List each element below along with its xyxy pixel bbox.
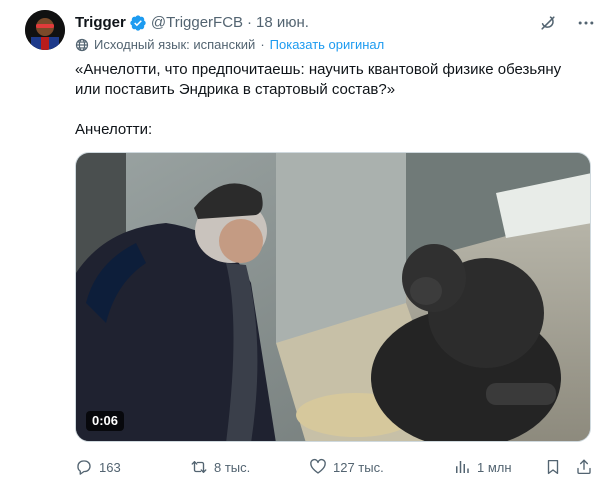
tweet-text: «Анчелотти, что предпочитаешь: научить к…: [75, 60, 575, 140]
tweet-actions: 163 8 тыс. 127 тыс. 1 млн: [75, 456, 593, 478]
avatar[interactable]: [25, 10, 65, 50]
tweet-header: Trigger @TriggerFCB · 18 июн.: [75, 12, 596, 34]
share-button[interactable]: [575, 458, 593, 476]
video-player[interactable]: 0:06: [75, 152, 591, 442]
retweet-button[interactable]: 8 тыс.: [190, 458, 250, 476]
retweet-icon: [190, 458, 208, 476]
reply-count: 163: [99, 459, 121, 475]
tweet-text-line: Анчелотти:: [75, 121, 153, 138]
video-thumbnail: [76, 153, 590, 441]
reply-button[interactable]: 163: [75, 458, 121, 476]
views-count: 1 млн: [477, 459, 512, 475]
header-separator: ·: [247, 14, 253, 31]
verified-badge-icon: [129, 14, 147, 32]
more-icon[interactable]: [576, 13, 596, 33]
translation-separator: ·: [260, 37, 265, 52]
globe-icon: [75, 38, 89, 52]
share-icon: [575, 458, 593, 476]
show-original-link[interactable]: Показать оригинал: [270, 37, 385, 53]
like-button[interactable]: 127 тыс.: [309, 458, 384, 476]
bookmark-button[interactable]: [544, 458, 562, 476]
translation-source-language: Исходный язык: испанский: [94, 37, 256, 52]
author-handle[interactable]: @TriggerFCB: [151, 13, 243, 33]
translation-note: Исходный язык: испанский · Показать ориг…: [75, 37, 384, 53]
views-icon: [453, 458, 471, 476]
views-button[interactable]: 1 млн: [453, 458, 512, 476]
heart-icon: [309, 458, 327, 476]
like-count: 127 тыс.: [333, 459, 384, 475]
tweet-text-line: «Анчелотти, что предпочитаешь: научить к…: [75, 61, 562, 98]
bookmark-icon: [544, 458, 562, 476]
retweet-count: 8 тыс.: [214, 459, 251, 475]
author-name[interactable]: Trigger: [75, 13, 126, 33]
reply-icon: [75, 458, 93, 476]
tweet-date[interactable]: 18 июн.: [256, 13, 309, 33]
header-actions: [538, 13, 596, 33]
video-duration: 0:06: [86, 411, 125, 431]
grok-icon[interactable]: [538, 13, 558, 33]
tweet[interactable]: Trigger @TriggerFCB · 18 июн. Исходный я…: [0, 0, 616, 489]
